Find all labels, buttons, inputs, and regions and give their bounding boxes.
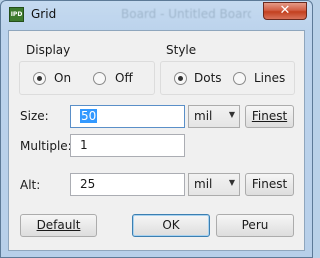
display-group: On Off <box>19 61 155 95</box>
window-title: Grid <box>31 7 57 21</box>
background-window-title: Board - Untitled Board <box>121 7 251 21</box>
default-button-label: Default <box>36 218 81 232</box>
size-input[interactable]: 50 <box>70 105 185 128</box>
peru-button-label: Peru <box>241 218 269 232</box>
style-dots-label[interactable]: Dots <box>194 71 222 85</box>
display-off-radio[interactable] <box>93 72 106 85</box>
style-lines-radio[interactable] <box>233 72 246 85</box>
alt-label: Alt: <box>20 178 41 192</box>
peru-button[interactable]: Peru <box>216 214 294 237</box>
display-off-label[interactable]: Off <box>115 71 133 85</box>
close-button[interactable]: ✕ <box>263 2 307 20</box>
style-group-label: Style <box>166 43 197 57</box>
close-icon: ✕ <box>279 3 291 18</box>
size-finest-label: Finest <box>251 109 288 123</box>
display-on-radio[interactable] <box>33 72 46 85</box>
default-button[interactable]: Default <box>20 214 97 237</box>
multiple-value: 1 <box>80 138 88 152</box>
size-value: 50 <box>80 109 98 123</box>
size-unit-select[interactable]: mil ▼ <box>188 105 240 128</box>
size-finest-button[interactable]: Finest <box>245 105 294 128</box>
style-dots-radio[interactable] <box>174 72 187 85</box>
ok-button-label: OK <box>162 218 180 232</box>
app-icon: IPD <box>9 7 24 22</box>
alt-unit-select[interactable]: mil ▼ <box>188 173 240 196</box>
display-group-label: Display <box>26 43 71 57</box>
multiple-label: Multiple: <box>20 139 72 153</box>
title-bar[interactable]: IPD Grid Board - Untitled Board ✕ <box>1 1 312 29</box>
chevron-down-icon: ▼ <box>228 178 235 187</box>
style-group: Dots Lines <box>160 61 295 95</box>
alt-input[interactable]: 25 <box>70 173 185 196</box>
chevron-down-icon: ▼ <box>228 110 235 119</box>
multiple-input[interactable]: 1 <box>70 134 185 157</box>
size-label: Size: <box>20 109 49 123</box>
style-lines-label[interactable]: Lines <box>254 71 285 85</box>
size-unit-value: mil <box>194 109 213 123</box>
alt-value: 25 <box>80 177 96 191</box>
ok-button[interactable]: OK <box>132 214 210 237</box>
dialog-body: Display On Off Style Dots Lines Size: 50… <box>8 30 305 251</box>
alt-unit-value: mil <box>194 177 213 191</box>
alt-finest-button[interactable]: Finest <box>245 173 294 196</box>
display-on-label[interactable]: On <box>54 71 71 85</box>
grid-dialog-window: IPD Grid Board - Untitled Board ✕ Displa… <box>0 0 313 258</box>
alt-finest-label: Finest <box>251 177 288 191</box>
